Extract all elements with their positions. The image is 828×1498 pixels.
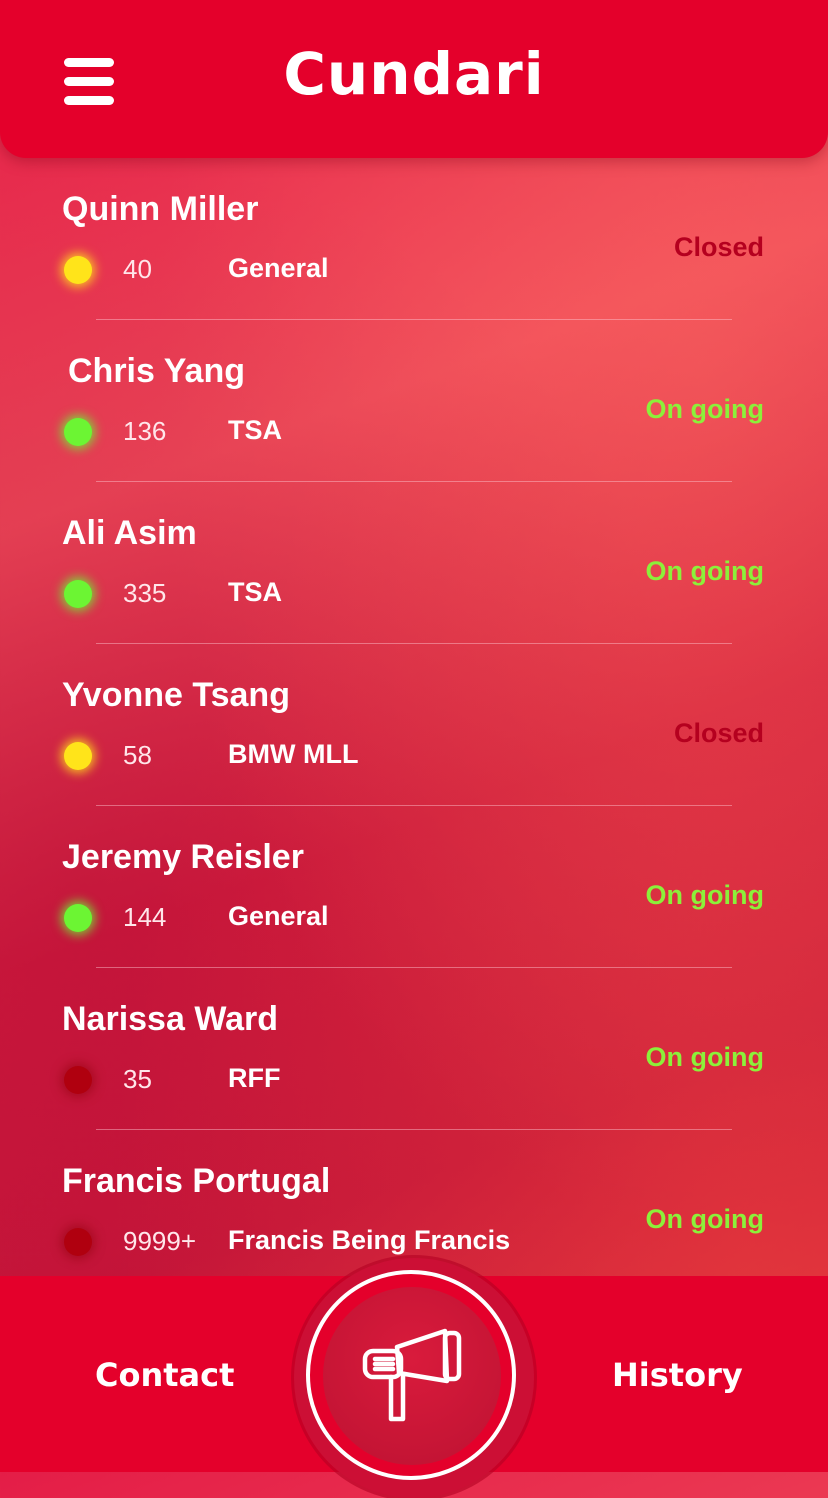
contact-list: Quinn Miller 40 General Closed Chris Yang 136…	[0, 158, 828, 1292]
message-count: 144	[123, 902, 167, 932]
message-count: 9999+	[123, 1226, 197, 1256]
nav-history-tab[interactable]: History	[612, 1356, 743, 1394]
app-header: Cundari	[0, 0, 828, 158]
contact-name: Ali Asim	[62, 514, 197, 552]
megaphone-icon	[362, 1328, 462, 1422]
list-item[interactable]: Narissa Ward 35 RFF On going	[0, 968, 828, 1130]
list-item[interactable]: Quinn Miller 40 General Closed	[0, 158, 828, 320]
category-label: TSA	[228, 577, 282, 607]
status-dot-icon	[64, 1228, 92, 1256]
category-label: Francis Being Francis	[228, 1225, 511, 1255]
category-label: General	[228, 253, 329, 283]
status-dot-icon	[64, 1066, 92, 1094]
status-badge: On going	[645, 556, 764, 586]
status-badge: On going	[645, 1042, 764, 1072]
status-dot-icon	[64, 904, 92, 932]
category-label: TSA	[228, 415, 282, 445]
broadcast-button[interactable]	[323, 1287, 501, 1465]
status-dot-icon	[64, 418, 92, 446]
list-item[interactable]: Jeremy Reisler 144 General On going	[0, 806, 828, 968]
contact-name: Jeremy Reisler	[62, 838, 304, 876]
message-count: 335	[123, 578, 167, 608]
status-dot-icon	[64, 742, 92, 770]
message-count: 58	[123, 740, 152, 770]
list-item[interactable]: Ali Asim 335 TSA On going	[0, 482, 828, 644]
app-title: Cundari	[283, 40, 545, 108]
contact-name: Chris Yang	[68, 352, 245, 390]
contact-name: Quinn Miller	[62, 190, 259, 228]
message-count: 40	[123, 254, 152, 284]
contact-name: Narissa Ward	[62, 1000, 279, 1038]
status-badge: Closed	[673, 718, 764, 748]
list-item[interactable]: Chris Yang 136 TSA On going	[0, 320, 828, 482]
nav-contact-tab[interactable]: Contact	[95, 1356, 234, 1394]
status-badge: Closed	[673, 232, 764, 262]
message-count: 136	[123, 416, 167, 446]
contact-name: Yvonne Tsang	[62, 676, 290, 714]
category-label: General	[228, 901, 329, 931]
status-badge: On going	[645, 880, 764, 910]
status-dot-icon	[64, 580, 92, 608]
status-dot-icon	[64, 256, 92, 284]
status-badge: On going	[645, 1204, 764, 1234]
category-label: BMW MLL	[228, 739, 359, 769]
contact-name: Francis Portugal	[62, 1162, 331, 1200]
category-label: RFF	[228, 1063, 281, 1093]
list-item[interactable]: Yvonne Tsang 58 BMW MLL Closed	[0, 644, 828, 806]
message-count: 35	[123, 1064, 152, 1094]
status-badge: On going	[645, 394, 764, 424]
